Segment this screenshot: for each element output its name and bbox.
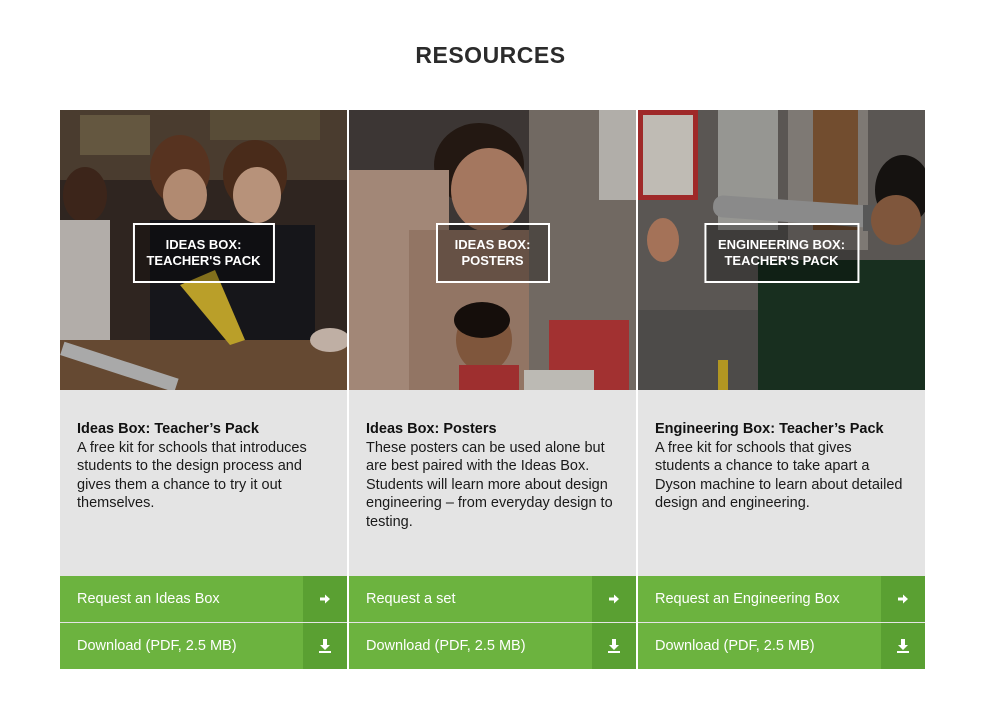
card-title: Ideas Box: Teacher’s Pack bbox=[77, 421, 259, 437]
card-hero-image[interactable]: IDEAS BOX: POSTERS bbox=[349, 110, 636, 390]
resource-card-engineering-box-teachers-pack: ENGINEERING BOX: TEACHER'S PACK Engineer… bbox=[638, 110, 925, 669]
action-label: Request an Engineering Box bbox=[655, 591, 840, 607]
card-title: Engineering Box: Teacher’s Pack bbox=[655, 421, 884, 437]
action-label: Request an Ideas Box bbox=[77, 591, 220, 607]
download-icon bbox=[303, 623, 347, 669]
arrow-right-icon bbox=[881, 576, 925, 622]
page-title: RESOURCES bbox=[415, 42, 566, 68]
card-hero-image[interactable]: ENGINEERING BOX: TEACHER'S PACK bbox=[638, 110, 925, 390]
hero-label: IDEAS BOX: TEACHER'S PACK bbox=[132, 223, 275, 283]
card-title: Ideas Box: Posters bbox=[366, 421, 497, 437]
card-actions: Request an Ideas Box Download (PDF, 2.5 … bbox=[60, 576, 347, 669]
request-set-button[interactable]: Request a set bbox=[349, 576, 636, 622]
arrow-right-icon bbox=[303, 576, 347, 622]
resource-card-ideas-box-teachers-pack: IDEAS BOX: TEACHER'S PACK Ideas Box: Tea… bbox=[60, 110, 347, 669]
download-pdf-button[interactable]: Download (PDF, 2.5 MB) bbox=[60, 623, 347, 669]
card-body: Ideas Box: Teacher’s Pack A free kit for… bbox=[60, 390, 347, 576]
download-icon bbox=[881, 623, 925, 669]
action-label: Download (PDF, 2.5 MB) bbox=[366, 638, 526, 654]
arrow-right-icon bbox=[592, 576, 636, 622]
download-pdf-button[interactable]: Download (PDF, 2.5 MB) bbox=[638, 623, 925, 669]
hero-label: IDEAS BOX: POSTERS bbox=[435, 223, 550, 283]
card-description: A free kit for schools that introduces s… bbox=[77, 439, 307, 512]
request-ideas-box-button[interactable]: Request an Ideas Box bbox=[60, 576, 347, 622]
hero-label: ENGINEERING BOX: TEACHER'S PACK bbox=[703, 223, 860, 283]
card-body: Engineering Box: Teacher’s Pack A free k… bbox=[638, 390, 925, 576]
card-actions: Request an Engineering Box Download (PDF… bbox=[638, 576, 925, 669]
card-hero-image[interactable]: IDEAS BOX: TEACHER'S PACK bbox=[60, 110, 347, 390]
resource-cards: IDEAS BOX: TEACHER'S PACK Ideas Box: Tea… bbox=[60, 110, 926, 669]
action-label: Request a set bbox=[366, 591, 456, 607]
card-description: These posters can be used alone but are … bbox=[366, 439, 613, 530]
request-engineering-box-button[interactable]: Request an Engineering Box bbox=[638, 576, 925, 622]
card-description: A free kit for schools that gives studen… bbox=[655, 439, 903, 512]
action-label: Download (PDF, 2.5 MB) bbox=[77, 638, 237, 654]
card-body: Ideas Box: Posters These posters can be … bbox=[349, 390, 636, 576]
card-actions: Request a set Download (PDF, 2.5 MB) bbox=[349, 576, 636, 669]
download-icon bbox=[592, 623, 636, 669]
resource-card-ideas-box-posters: IDEAS BOX: POSTERS Ideas Box: Posters Th… bbox=[349, 110, 636, 669]
download-pdf-button[interactable]: Download (PDF, 2.5 MB) bbox=[349, 623, 636, 669]
action-label: Download (PDF, 2.5 MB) bbox=[655, 638, 815, 654]
